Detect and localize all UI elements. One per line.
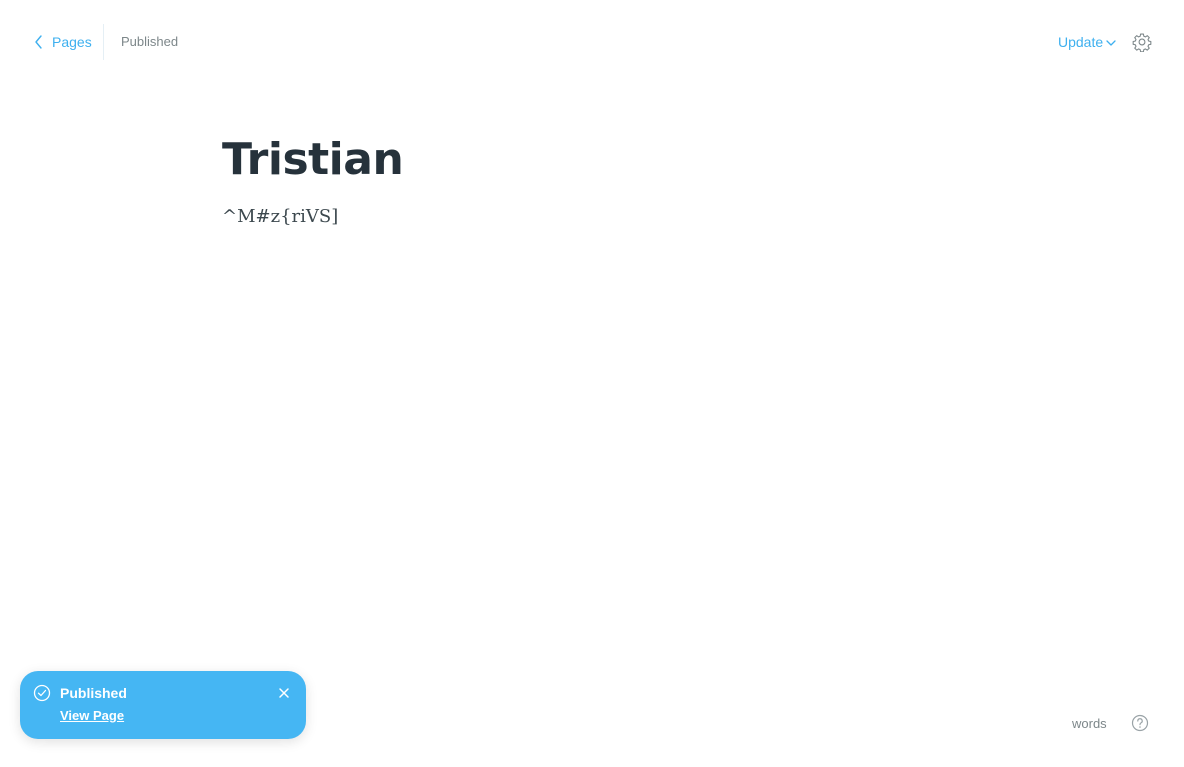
- back-to-pages-link[interactable]: Pages: [33, 32, 92, 52]
- chevron-left-icon: [35, 35, 42, 49]
- published-notification: Published View Page: [20, 671, 306, 739]
- notification-title: Published: [60, 685, 127, 701]
- gear-icon: [1132, 33, 1152, 52]
- settings-button[interactable]: [1131, 31, 1153, 53]
- post-editor: Tristian ^M#z{riVS]: [222, 130, 962, 230]
- view-page-link[interactable]: View Page: [60, 708, 124, 723]
- post-status: Published: [121, 34, 179, 49]
- back-link-label: Pages: [52, 34, 92, 50]
- post-title[interactable]: Tristian: [222, 130, 962, 190]
- check-circle-icon: [33, 684, 51, 702]
- editor-header: Pages Published Update: [0, 0, 1184, 84]
- header-divider: [103, 24, 104, 60]
- chevron-down-icon: [1106, 40, 1116, 46]
- post-body[interactable]: ^M#z{riVS]: [222, 204, 962, 230]
- word-count: words: [1072, 716, 1107, 731]
- update-button-label: Update: [1058, 34, 1104, 50]
- update-button[interactable]: Update: [1058, 34, 1116, 50]
- close-icon[interactable]: [278, 687, 290, 699]
- question-circle-icon[interactable]: [1131, 714, 1149, 732]
